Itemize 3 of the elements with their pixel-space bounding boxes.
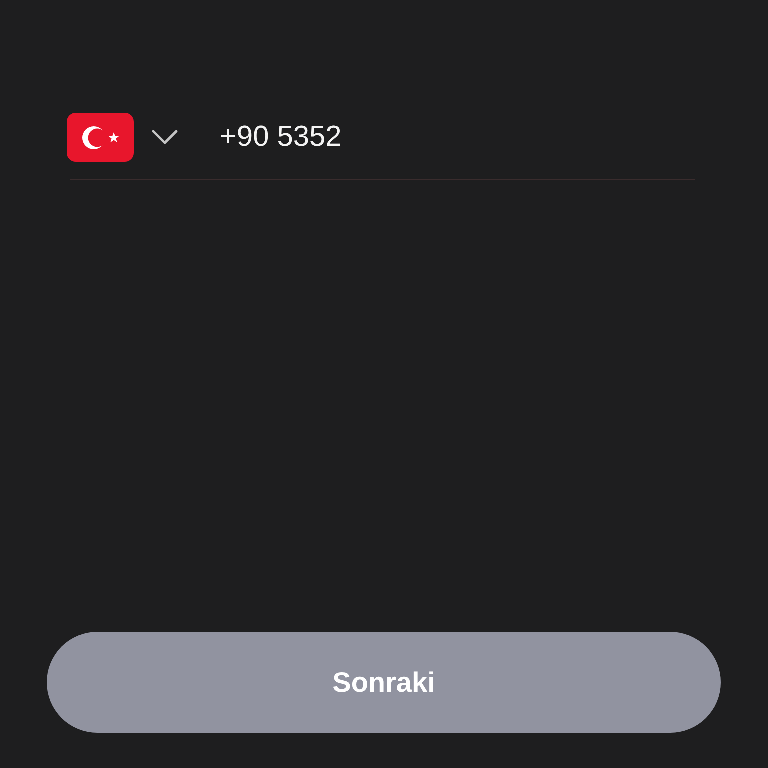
flag-icon [67,113,134,162]
phone-input[interactable]: +90 5352 [220,118,695,158]
country-select-button[interactable] [67,113,178,162]
